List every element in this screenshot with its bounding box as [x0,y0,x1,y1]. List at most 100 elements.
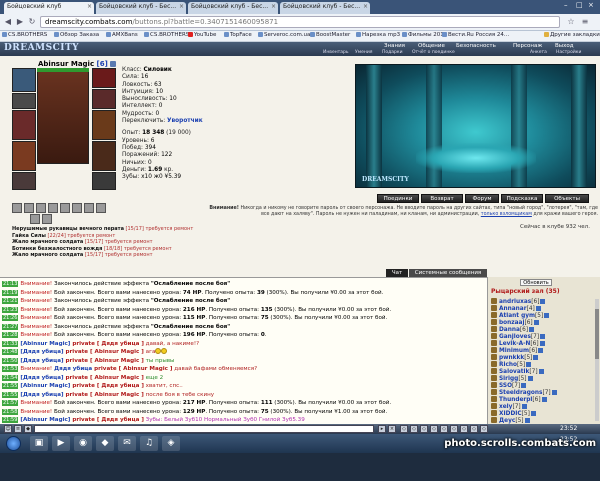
toolbar-icon[interactable]: ◇ [480,425,488,433]
user-icon[interactable] [491,326,497,332]
user-info-icon[interactable] [535,306,541,311]
submenu-profile[interactable]: Анкета [530,50,547,55]
user-info-icon[interactable] [521,404,527,409]
message-recipient[interactable]: private [ Abinsur Magic ] [64,392,144,398]
user-info-icon[interactable] [521,383,527,388]
message-timestamp[interactable]: 21:50 [2,357,19,364]
browser-tab-3[interactable]: Бойцовский клуб - Бес... × [188,2,278,14]
equip-slot-belt[interactable] [12,172,36,190]
message-timestamp[interactable]: 21:23 [2,306,19,313]
message-timestamp[interactable]: 21:57 [2,400,19,406]
taskbar-app-icon[interactable]: ♫ [140,436,158,451]
toolbar-icon[interactable]: ◇ [440,425,448,433]
taskbar-app-icon[interactable]: ▣ [30,436,48,451]
user-icon[interactable] [491,396,497,402]
scrollbar-thumb[interactable] [595,309,599,359]
message-timestamp[interactable]: 21:48 [2,349,19,355]
user-info-icon[interactable] [544,313,550,318]
tab-system-messages[interactable]: Системные сообщения [409,269,487,277]
refresh-button[interactable]: Обновить [520,279,552,286]
menu-item-exit[interactable]: Выход [555,43,574,49]
message-recipient[interactable]: private [ Дядя убица ] [70,383,144,389]
send-icon[interactable]: ▸ [378,425,386,433]
user-info-icon[interactable] [551,390,557,395]
message-author[interactable]: [Дядя убица] [20,349,63,355]
menu-item-security[interactable]: Безопасность [456,43,496,49]
reload-icon[interactable]: ↻ [27,17,37,27]
inventory-slot[interactable] [72,203,82,213]
toolbar-icon[interactable]: ◇ [410,425,418,433]
message-timestamp[interactable]: 21:55 [2,383,19,389]
equip-slot-shield[interactable] [92,89,116,109]
inventory-slot[interactable] [84,203,94,213]
message-timestamp[interactable]: 21:33 [2,340,19,347]
close-window-icon[interactable]: × [588,1,594,9]
message-author[interactable]: [Дядя убица] [20,392,63,398]
chat-options-icon[interactable]: ≡ [14,425,22,433]
user-info-icon[interactable] [533,355,539,360]
close-icon[interactable]: × [363,3,368,10]
user-icon[interactable] [491,403,497,409]
user-info-icon[interactable] [538,348,544,353]
bookmark[interactable]: TopFace [224,32,252,38]
toolbar-icon[interactable]: ◇ [450,425,458,433]
menu-icon[interactable]: ≡ [580,17,590,27]
taskbar-app-icon[interactable]: ◉ [74,436,92,451]
user-info-icon[interactable] [527,376,533,381]
smile-icon[interactable]: ☺ [4,425,12,433]
user-icon[interactable] [491,319,497,325]
browser-tab-2[interactable]: Бойцовский клуб - Бес... × [96,2,186,14]
user-icon[interactable] [491,312,497,318]
toolbar-icon[interactable]: ◇ [460,425,468,433]
equip-slot-weapon[interactable] [12,110,36,140]
message-timestamp[interactable]: 21:26 [2,315,19,321]
forward-icon[interactable]: ▶ [15,17,25,27]
back-icon[interactable]: ◀ [3,17,13,27]
message-timestamp[interactable]: 21:13 [2,281,19,287]
user-info-icon[interactable] [540,299,546,304]
bookmark[interactable]: Обзор Заказа [54,32,99,38]
user-icon[interactable] [491,368,497,374]
character-portrait[interactable] [37,68,89,164]
message-author[interactable]: [Abinsur Magic] [20,383,70,389]
inventory-slot[interactable] [60,203,70,213]
toolbar-icon[interactable]: ◇ [430,425,438,433]
browser-tab-4[interactable]: Бойцовский клуб - Бес... × [280,2,370,14]
info-icon[interactable] [110,61,117,67]
submenu-battle-report[interactable]: Отчёт о поединке [412,50,455,55]
switch-class-link[interactable]: Уворотчик [167,118,203,124]
character-name[interactable]: Abinsur Magic [6] [38,60,117,68]
inventory-slot[interactable] [96,203,106,213]
inventory-slot[interactable] [24,203,34,213]
user-icon[interactable] [491,382,497,388]
equip-slot-bracers[interactable] [92,110,116,140]
message-timestamp[interactable]: 21:53 [2,366,19,372]
user-icon[interactable] [491,347,497,353]
user-info-icon[interactable] [529,327,535,332]
inventory-slot[interactable] [36,203,46,213]
user-icon[interactable] [491,340,497,346]
bookmark[interactable]: Нарезка mp3 [356,32,400,38]
inventory-slot[interactable] [48,203,58,213]
message-author[interactable]: [Дядя убица] [20,358,63,364]
bookmark[interactable]: YouTube [188,32,216,38]
submenu-settings[interactable]: Настройки [556,50,581,55]
clear-icon[interactable]: × [388,425,396,433]
user-icon[interactable] [491,354,497,360]
message-author[interactable]: Дядя убица [52,366,92,372]
list-item[interactable]: Жало мрачного солдата [15/17] требуется … [12,252,193,259]
submenu-inventory[interactable]: Инвентарь [323,50,349,55]
bookmark[interactable]: Serveroc.com.ua [258,32,310,38]
menu-item-chat[interactable]: Общение [418,43,445,49]
user-info-icon[interactable] [541,397,547,402]
close-icon[interactable]: × [179,3,184,10]
forum-button[interactable]: Форум [465,194,499,203]
message-timestamp[interactable]: 21:58 [2,408,19,415]
menu-item-character[interactable]: Персонаж [513,43,542,49]
toolbar-icon[interactable]: ◇ [420,425,428,433]
bookmark[interactable]: Вести.Ru Россия 24... [442,32,509,38]
message-author[interactable]: [Abinsur Magic] [20,417,70,423]
user-icon[interactable] [491,333,497,339]
message-recipient[interactable]: private [ Дядя убица ] [70,417,144,423]
menu-item-knowledge[interactable]: Знания [384,43,405,49]
